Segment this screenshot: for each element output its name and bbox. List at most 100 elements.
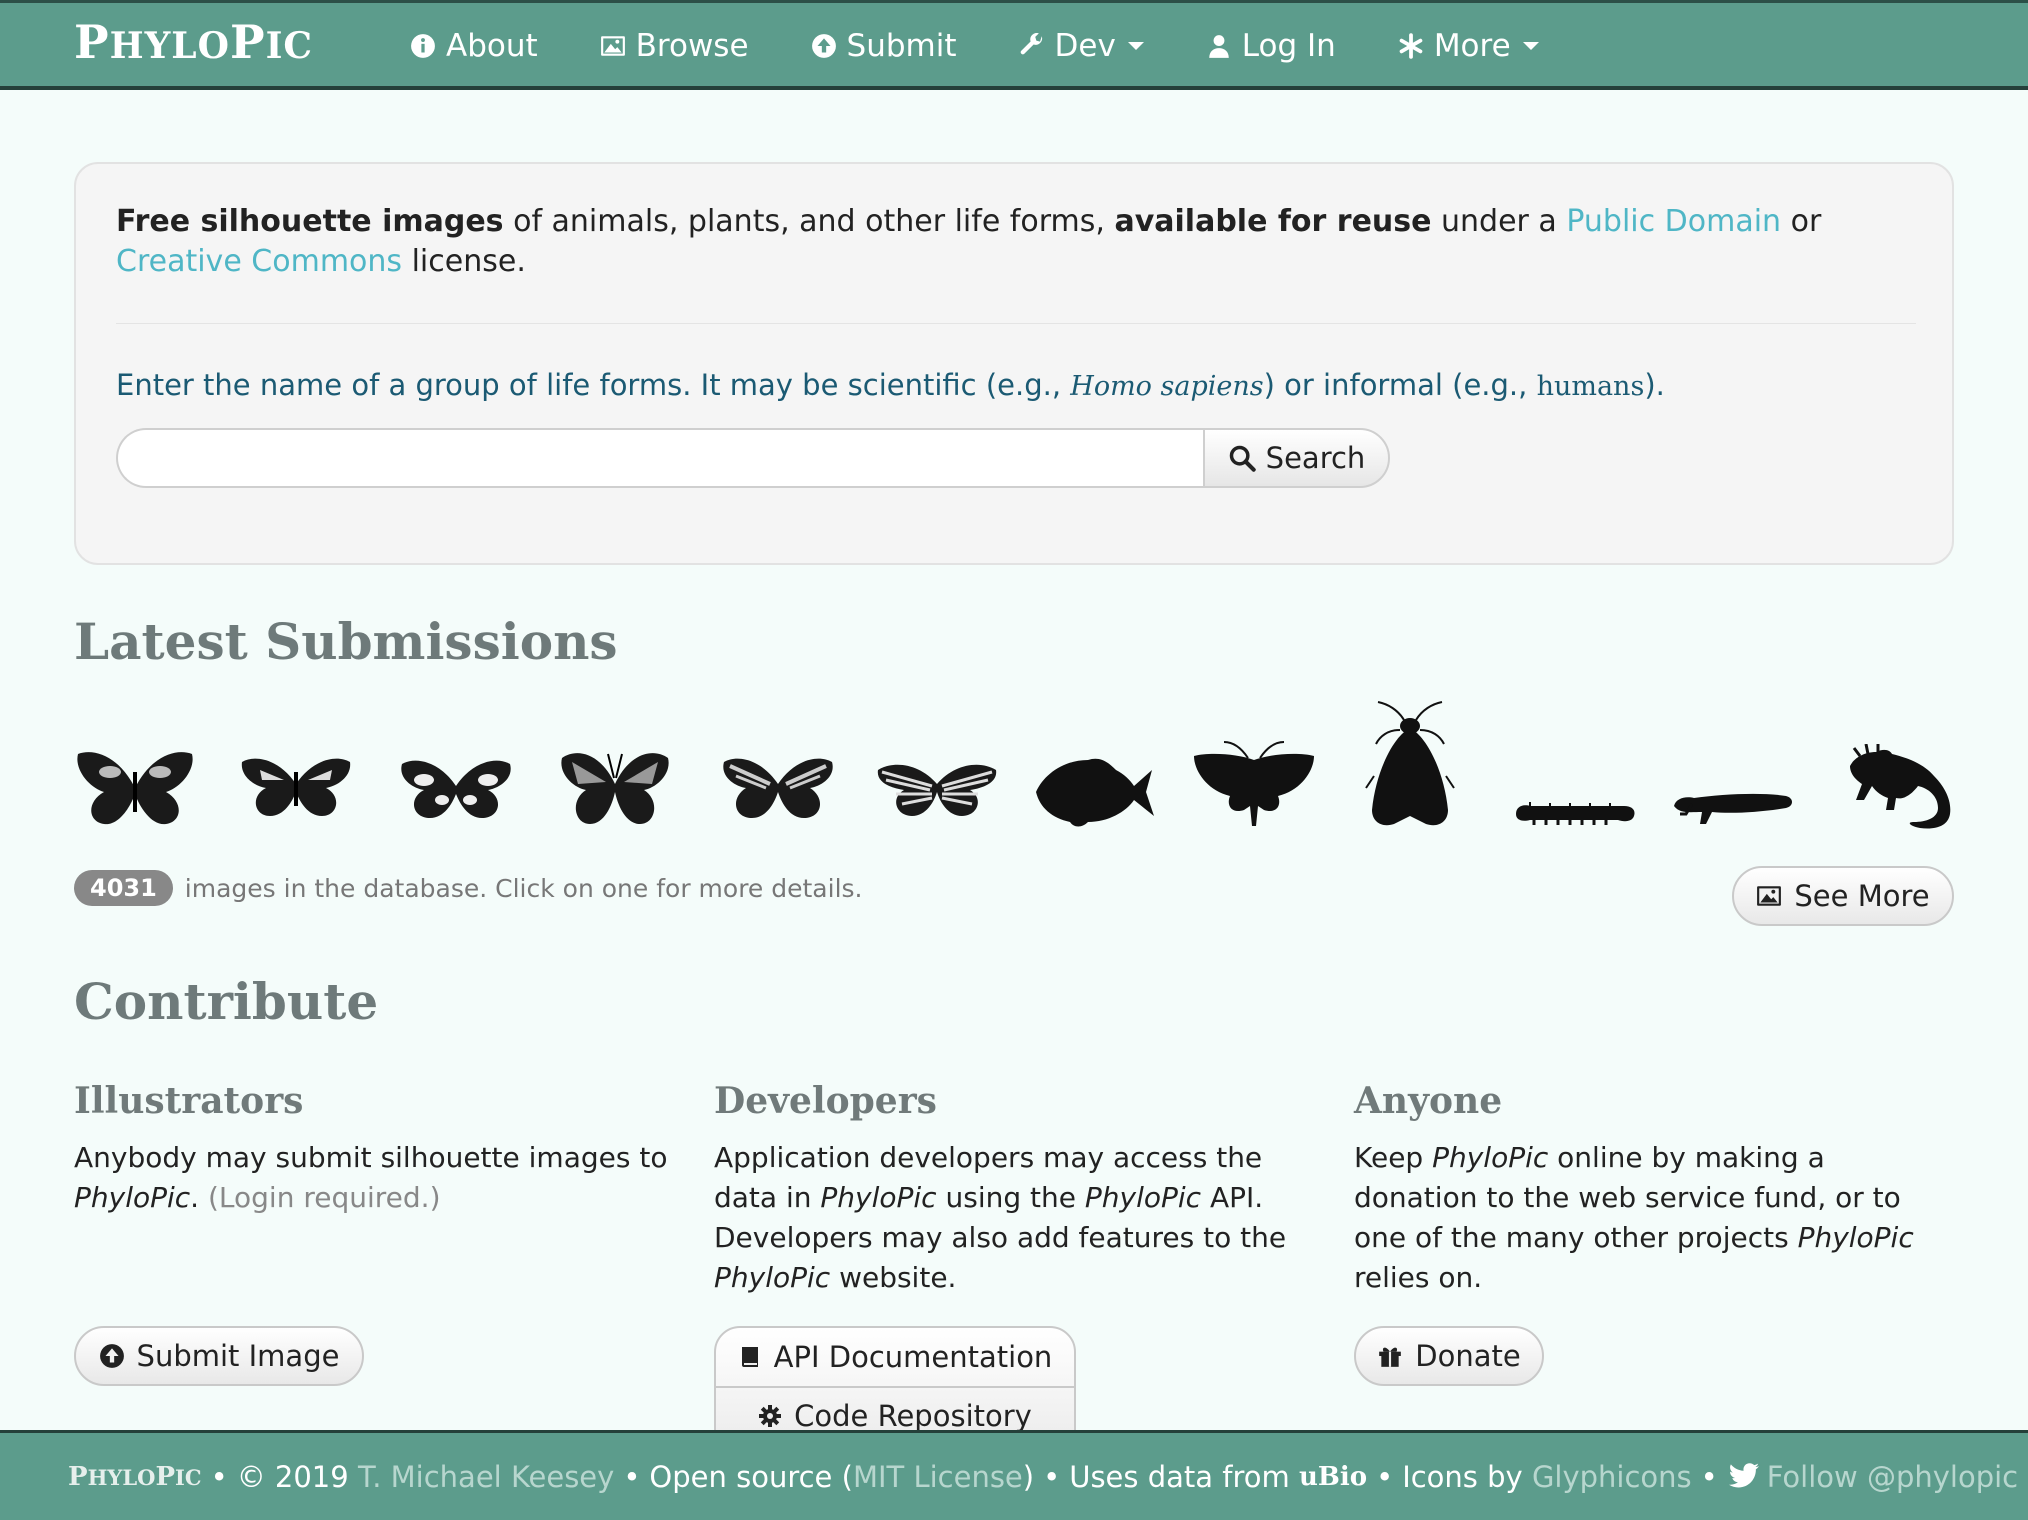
chevron-down-icon — [1522, 42, 1539, 50]
text-part: . — [190, 1181, 208, 1214]
nav-about[interactable]: About — [410, 28, 538, 64]
see-more-button[interactable]: See More — [1732, 866, 1954, 926]
nav-browse-label: Browse — [635, 28, 749, 64]
api-documentation-button[interactable]: API Documentation — [716, 1328, 1074, 1386]
lead-text: or — [1781, 204, 1822, 239]
anyone-text: Keep PhyloPic online by making a donatio… — [1354, 1138, 1954, 1298]
search-button[interactable]: Search — [1203, 428, 1390, 488]
text-part: relies on. — [1354, 1261, 1483, 1294]
footer-icons-by: Icons by — [1402, 1459, 1523, 1494]
lead-bold: available for reuse — [1114, 204, 1432, 239]
brand-initial: P — [155, 1461, 176, 1492]
text-part: Anybody may submit silhouette images to — [74, 1141, 668, 1174]
api-documentation-label: API Documentation — [773, 1340, 1053, 1374]
divider — [116, 323, 1916, 324]
picture-icon — [1757, 886, 1782, 906]
hero-lead: Free silhouette images of animals, plant… — [116, 202, 1916, 282]
upload-icon — [811, 34, 836, 58]
donate-button[interactable]: Donate — [1354, 1326, 1544, 1386]
thumbnail-strip — [74, 700, 1954, 830]
text-em: PhyloPic — [1432, 1141, 1549, 1174]
anyone-title: Anyone — [1354, 1080, 1503, 1122]
ubio-link[interactable]: uBio — [1299, 1462, 1367, 1492]
text-part: Keep — [1354, 1141, 1433, 1174]
lead-text: license. — [402, 244, 526, 279]
footer-bullet: • — [1376, 1459, 1394, 1494]
footer-uses-data: Uses data from — [1069, 1459, 1290, 1494]
thumbnail-butterfly[interactable] — [876, 760, 998, 820]
contribute-heading: Contribute — [74, 972, 379, 1031]
glyphicons-link[interactable]: Glyphicons — [1532, 1460, 1692, 1494]
illustrators-column: Illustrators Anybody may submit silhouet… — [74, 1080, 674, 1218]
twitter-icon — [1728, 1462, 1759, 1487]
footer-bullet: • — [1700, 1459, 1718, 1494]
author-link[interactable]: T. Michael Keesey — [358, 1460, 614, 1494]
mit-license-link[interactable]: MIT License — [853, 1460, 1023, 1494]
brand-initial: P — [229, 15, 266, 69]
thumbnail-moth[interactable] — [1192, 740, 1316, 828]
text-part: using the — [936, 1181, 1085, 1214]
follow-phylopic-link[interactable]: Follow @phylopic — [1767, 1460, 2018, 1494]
brand-logo[interactable]: PHYLOPIC — [74, 15, 313, 69]
creative-commons-link[interactable]: Creative Commons — [116, 244, 402, 279]
developers-text: Application developers may access the da… — [714, 1138, 1314, 1298]
search-button-label: Search — [1265, 441, 1366, 475]
latest-submissions-heading: Latest Submissions — [74, 612, 618, 671]
prompt-example: humans — [1536, 371, 1645, 402]
footer-bullet: • — [1043, 1459, 1061, 1494]
thumbnail-fish[interactable] — [1034, 752, 1156, 828]
info-icon — [411, 34, 435, 58]
image-count-text: images in the database. Click on one for… — [184, 873, 863, 903]
public-domain-link[interactable]: Public Domain — [1566, 204, 1781, 239]
nav-dev-dropdown[interactable]: Dev — [1019, 28, 1144, 64]
nav-login[interactable]: Log In — [1206, 28, 1336, 64]
footer-bullet: • — [623, 1459, 641, 1494]
illustrators-text: Anybody may submit silhouette images to … — [74, 1138, 674, 1218]
user-icon — [1209, 35, 1229, 58]
thumbnail-butterfly[interactable] — [398, 756, 514, 822]
nav-more-dropdown[interactable]: More — [1398, 28, 1539, 64]
image-count-row: 4031 images in the database. Click on on… — [74, 870, 862, 906]
thumbnail-butterfly[interactable] — [558, 748, 672, 828]
nav-browse[interactable]: Browse — [600, 28, 749, 64]
picture-icon — [600, 36, 625, 56]
search-icon — [1229, 445, 1256, 472]
text-em: PhyloPic — [74, 1181, 191, 1214]
thumbnail-caterpillar[interactable] — [1514, 800, 1636, 826]
nav-dev-label: Dev — [1054, 28, 1116, 64]
nav-menu: About Browse Submit Dev Log In More — [410, 3, 1601, 89]
code-repository-label: Code Repository — [794, 1399, 1032, 1433]
submit-image-button[interactable]: Submit Image — [74, 1326, 364, 1386]
thumbnail-butterfly[interactable] — [720, 754, 836, 822]
brand-initial: P — [74, 15, 110, 69]
submit-image-label: Submit Image — [136, 1339, 340, 1373]
search-prompt: Enter the name of a group of life forms.… — [116, 368, 1916, 402]
thumbnail-lizard[interactable] — [1848, 744, 1954, 830]
lead-text: under a — [1431, 204, 1567, 239]
text-part: website. — [830, 1261, 957, 1294]
nav-submit[interactable]: Submit — [811, 28, 957, 64]
search-input[interactable] — [116, 428, 1204, 488]
chevron-down-icon — [1127, 42, 1144, 50]
thumbnail-butterfly[interactable] — [240, 754, 352, 820]
see-more-label: See More — [1794, 879, 1930, 913]
developers-column: Developers Application developers may ac… — [714, 1080, 1314, 1298]
donate-label: Donate — [1415, 1339, 1521, 1373]
gear-icon — [759, 1405, 782, 1427]
text-em: PhyloPic — [714, 1261, 831, 1294]
asterisk-icon — [1399, 33, 1423, 59]
brand-part: HYLO — [87, 1464, 156, 1490]
footer: PHYLOPIC • © 2019 T. Michael Keesey • Op… — [0, 1430, 2028, 1520]
developer-button-group: API Documentation Code Repository — [714, 1326, 1076, 1446]
thumbnail-salamander[interactable] — [1672, 788, 1794, 826]
developers-title: Developers — [714, 1080, 937, 1122]
lead-bold: Free silhouette images — [116, 204, 504, 239]
gift-icon — [1379, 1347, 1402, 1367]
thumbnail-moth[interactable] — [1364, 700, 1456, 828]
illustrators-title: Illustrators — [74, 1080, 304, 1122]
prompt-text: ) or informal (e.g., — [1263, 368, 1537, 402]
navbar: PHYLOPIC About Browse Submit Dev Log In … — [0, 0, 2028, 90]
login-required-note: (Login required.) — [207, 1181, 441, 1214]
thumbnail-butterfly[interactable] — [74, 748, 196, 828]
footer-copyright: © 2019 — [236, 1459, 349, 1494]
